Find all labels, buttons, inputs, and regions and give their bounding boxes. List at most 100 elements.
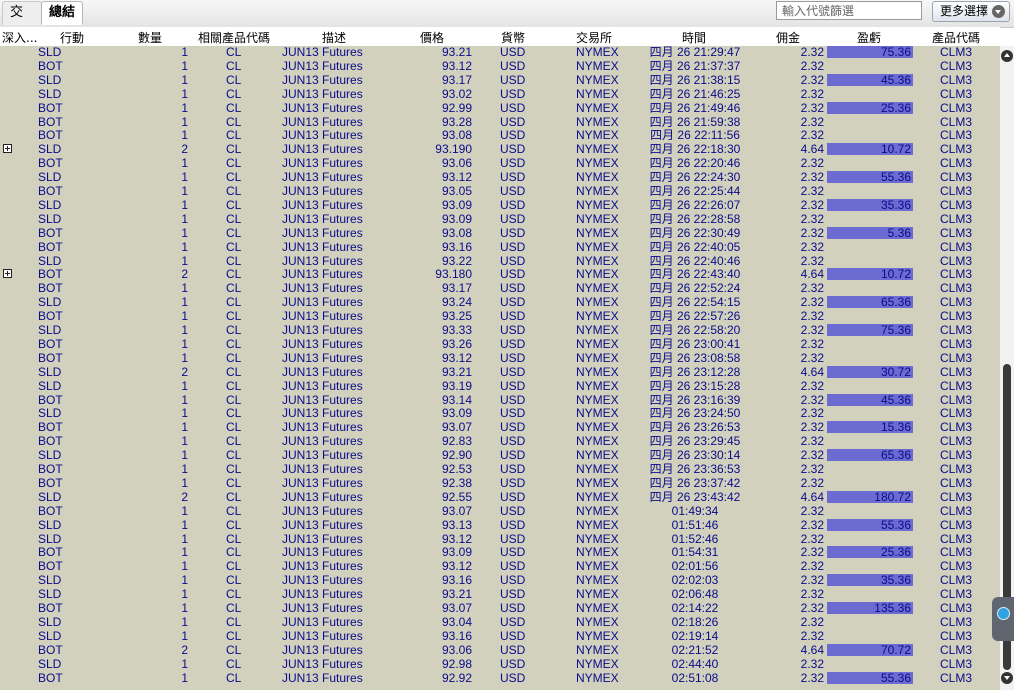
table-row[interactable]: SLD 2 CL JUN13 Futures 93.21 USD NYMEX 四月 26 23… [0, 365, 999, 380]
col-header-description[interactable]: 描述 [322, 29, 346, 46]
col-header-symbol[interactable]: 產品代碼 [932, 29, 980, 46]
cell-exchange: NYMEX [576, 642, 619, 657]
cell-price: 93.12 [441, 531, 472, 546]
cell-currency: USD [500, 225, 526, 240]
table-row[interactable]: BOT 1 CL JUN13 Futures 93.14 USD NYMEX 四月 26 23… [0, 392, 999, 408]
table-row[interactable]: SLD 1 CL JUN13 Futures 93.09 USD NYMEX 四月 26 22… [0, 198, 999, 213]
table-row[interactable]: SLD 1 CL JUN13 Futures 93.22 USD NYMEX 四月 26 22… [0, 253, 999, 269]
cell-quantity: 1 [181, 670, 188, 685]
table-row[interactable]: BOT 1 CL JUN13 Futures 93.08 USD NYMEX 四月 26 22… [0, 225, 999, 241]
table-row[interactable]: SLD 1 CL JUN13 Futures 93.12 USD NYMEX 四月 26 22… [0, 171, 999, 185]
table-row[interactable]: BOT 1 CL JUN13 Futures 93.26 USD NYMEX 四月 26 23… [0, 336, 999, 352]
table-row[interactable]: SLD 2 CL JUN13 Futures 93.190 USD NYMEX 四月 26 2… [0, 143, 999, 157]
vertical-scrollbar[interactable] [999, 46, 1014, 690]
cell-price: 92.90 [441, 448, 472, 463]
cell-quantity: 2 [181, 489, 188, 504]
col-header-drilldown[interactable]: 深入... [2, 29, 37, 46]
cell-description: JUN13 Futures [282, 114, 363, 129]
table-row[interactable]: BOT 1 CL JUN13 Futures 93.12 USD NYMEX 四月 26 21… [0, 59, 999, 74]
symbol-filter-input[interactable] [776, 1, 922, 20]
col-header-quantity[interactable]: 數量 [138, 29, 162, 46]
col-header-time[interactable]: 時間 [682, 29, 706, 46]
cell-price: 93.09 [441, 545, 472, 560]
table-row[interactable]: SLD 1 CL JUN13 Futures 93.13 USD NYMEX 01:51:46… [0, 518, 999, 533]
table-row[interactable]: SLD 1 CL JUN13 Futures 93.33 USD NYMEX 四月 26 22… [0, 324, 999, 338]
table-row[interactable]: BOT 2 CL JUN13 Futures 93.180 USD NYMEX 四月 26 2… [0, 268, 999, 282]
cell-symbol: CLM3 [940, 587, 973, 602]
cell-pnl: 10.72 [880, 142, 911, 157]
cell-quantity: 1 [181, 587, 188, 602]
col-header-action[interactable]: 行動 [60, 29, 84, 46]
table-row[interactable]: SLD 1 CL JUN13 Futures 93.19 USD NYMEX 四月 26 23… [0, 379, 999, 394]
table-row[interactable]: BOT 1 CL JUN13 Futures 93.28 USD NYMEX 四月 26 21… [0, 114, 999, 130]
side-panel-tab[interactable] [992, 597, 1014, 641]
table-row[interactable]: BOT 1 CL JUN13 Futures 92.53 USD NYMEX 四月 26 23… [0, 463, 999, 477]
expand-icon[interactable] [3, 144, 12, 154]
table-row[interactable]: SLD 1 CL JUN13 Futures 93.09 USD NYMEX 四月 26 22… [0, 212, 999, 227]
expand-icon[interactable] [3, 269, 12, 279]
table-row[interactable]: BOT 1 CL JUN13 Futures 93.07 USD NYMEX 02:14:22… [0, 602, 999, 616]
col-header-currency[interactable]: 貨幣 [501, 29, 525, 46]
tab-summary[interactable]: 總結 [41, 1, 83, 25]
table-row[interactable]: SLD 1 CL JUN13 Futures 93.04 USD NYMEX 02:18:26… [0, 614, 999, 630]
cell-action: BOT [38, 601, 63, 615]
col-header-underlying[interactable]: 相關產品代碼 [198, 29, 270, 46]
trades-table[interactable]: SLD 1 CL JUN13 Futures 93.21 USD NYMEX 四月 26 21… [0, 46, 999, 690]
cell-action: BOT [38, 392, 63, 407]
col-header-exchange[interactable]: 交易所 [576, 29, 612, 46]
cell-quantity: 1 [181, 295, 188, 310]
more-options-button[interactable]: 更多選擇 [932, 1, 1010, 22]
table-row[interactable]: BOT 1 CL JUN13 Futures 93.06 USD NYMEX 四月 26 22… [0, 157, 999, 171]
cell-action: SLD [38, 587, 62, 602]
col-header-pnl[interactable]: 盈虧 [857, 29, 881, 46]
tab-trades[interactable]: 交易 [2, 1, 42, 42]
table-row[interactable]: BOT 1 CL JUN13 Futures 93.12 USD NYMEX 02:01:56… [0, 560, 999, 574]
table-row[interactable]: BOT 1 CL JUN13 Futures 92.38 USD NYMEX 四月 26 23… [0, 475, 999, 491]
cell-quantity: 2 [181, 267, 188, 282]
table-row[interactable]: SLD 1 CL JUN13 Futures 92.98 USD NYMEX 02:44:40… [0, 657, 999, 672]
table-row[interactable]: BOT 1 CL JUN13 Futures 93.12 USD NYMEX 四月 26 23… [0, 351, 999, 366]
col-header-price[interactable]: 價格 [420, 29, 444, 46]
table-row[interactable]: SLD 1 CL JUN13 Futures 93.21 USD NYMEX 02:06:48… [0, 588, 999, 602]
table-row[interactable]: SLD 2 CL JUN13 Futures 92.55 USD NYMEX 四月 26 23… [0, 489, 999, 505]
cell-quantity: 1 [181, 253, 188, 268]
cell-currency: USD [500, 336, 526, 351]
col-header-commission[interactable]: 佣金 [776, 29, 800, 46]
cell-underlying: CL [226, 489, 242, 504]
cell-exchange: NYMEX [576, 281, 619, 296]
table-row[interactable]: SLD 1 CL JUN13 Futures 93.02 USD NYMEX 四月 26 21… [0, 87, 999, 102]
table-row[interactable]: SLD 1 CL JUN13 Futures 93.16 USD NYMEX 02:02:03… [0, 574, 999, 588]
cell-time: 02:51:08 [671, 670, 719, 685]
cell-symbol: CLM3 [940, 100, 973, 115]
table-row[interactable]: BOT 2 CL JUN13 Futures 93.06 USD NYMEX 02:21:52… [0, 642, 999, 658]
cell-commission: 2.32 [800, 531, 824, 546]
table-row[interactable]: BOT 1 CL JUN13 Futures 92.99 USD NYMEX 四月 26 21… [0, 100, 999, 116]
table-row[interactable]: BOT 1 CL JUN13 Futures 93.05 USD NYMEX 四月 26 22… [0, 185, 999, 199]
cell-description: JUN13 Futures [282, 642, 363, 657]
table-row[interactable]: SLD 1 CL JUN13 Futures 93.16 USD NYMEX 02:19:14… [0, 629, 999, 644]
table-row[interactable]: BOT 1 CL JUN13 Futures 92.83 USD NYMEX 四月 26 23… [0, 435, 999, 449]
cell-action: BOT [38, 336, 63, 351]
table-row[interactable]: BOT 1 CL JUN13 Futures 93.07 USD NYMEX 四月 26 23… [0, 421, 999, 435]
cell-description: JUN13 Futures [282, 475, 363, 490]
cell-price: 93.04 [441, 614, 472, 629]
table-row[interactable]: BOT 1 CL JUN13 Futures 93.07 USD NYMEX 01:49:34… [0, 504, 999, 519]
cell-underlying: CL [226, 170, 242, 185]
cell-underlying: CL [226, 406, 242, 421]
table-row[interactable]: SLD 1 CL JUN13 Futures 93.24 USD NYMEX 四月 26 22… [0, 296, 999, 310]
cell-time: 02:06:48 [671, 587, 719, 602]
table-row[interactable]: SLD 1 CL JUN13 Futures 93.21 USD NYMEX 四月 26 21… [0, 46, 999, 60]
table-row[interactable]: BOT 1 CL JUN13 Futures 92.92 USD NYMEX 02:51:08… [0, 670, 999, 686]
scroll-down-icon[interactable] [1001, 672, 1013, 684]
table-row[interactable]: BOT 1 CL JUN13 Futures 93.17 USD NYMEX 四月 26 22… [0, 282, 999, 296]
scroll-up-icon[interactable] [1001, 50, 1013, 62]
table-row[interactable]: BOT 1 CL JUN13 Futures 93.08 USD NYMEX 四月 26 22… [0, 129, 999, 143]
table-row[interactable]: SLD 1 CL JUN13 Futures 93.09 USD NYMEX 四月 26 23… [0, 407, 999, 421]
table-row[interactable]: SLD 1 CL JUN13 Futures 93.12 USD NYMEX 01:52:46… [0, 531, 999, 547]
table-row[interactable]: SLD 1 CL JUN13 Futures 92.90 USD NYMEX 四月 26 23… [0, 449, 999, 463]
cell-exchange: NYMEX [576, 170, 619, 185]
table-row[interactable]: BOT 1 CL JUN13 Futures 93.09 USD NYMEX 01:54:31… [0, 546, 999, 560]
table-row[interactable]: BOT 1 CL JUN13 Futures 93.25 USD NYMEX 四月 26 22… [0, 310, 999, 324]
table-row[interactable]: SLD 1 CL JUN13 Futures 93.17 USD NYMEX 四月 26 21… [0, 73, 999, 88]
table-row[interactable]: BOT 1 CL JUN13 Futures 93.16 USD NYMEX 四月 26 22… [0, 240, 999, 255]
